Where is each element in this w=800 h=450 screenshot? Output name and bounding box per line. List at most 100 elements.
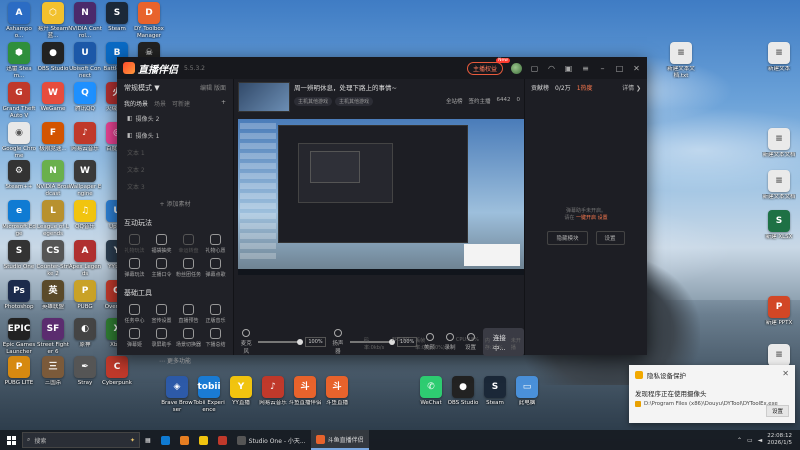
desktop-icon[interactable]: ✆ WeChat bbox=[414, 376, 448, 413]
details-link[interactable]: 详情 ❯ bbox=[622, 83, 641, 92]
desktop-icon[interactable]: P PUBG bbox=[68, 280, 102, 317]
desktop-icon[interactable]: F 极限竞速... bbox=[36, 122, 70, 159]
mic-button[interactable]: 麦克风 bbox=[238, 329, 254, 355]
mode-selector[interactable]: 常规模式 ▼ bbox=[124, 83, 160, 93]
desktop-icon[interactable]: A Apex Legends bbox=[68, 240, 102, 277]
taskbar-app[interactable]: Studio One - 小天... bbox=[232, 430, 311, 450]
desktop-icon[interactable]: L League of Legends bbox=[36, 200, 70, 237]
interact-item[interactable]: 主播口令 bbox=[148, 258, 175, 278]
category-tag[interactable]: 主机其他游戏 bbox=[294, 97, 333, 106]
right-settings-button[interactable]: 设置 bbox=[595, 231, 625, 245]
hide-module-button[interactable]: 隐藏模块 bbox=[547, 231, 588, 245]
desktop-icon[interactable]: ⬢ 迅雷 Steam... bbox=[2, 42, 36, 79]
desktop-icon[interactable]: ◉ Google Chrome bbox=[2, 122, 36, 159]
folder-icon[interactable] bbox=[194, 430, 213, 450]
desktop-icon[interactable]: D DY Toolbox Manager bbox=[132, 2, 166, 39]
taskbar-app[interactable]: 斗鱼直播伴侣 bbox=[310, 430, 369, 450]
close-icon[interactable]: ✕ bbox=[632, 64, 641, 73]
desktop-icon[interactable]: W WeGame bbox=[36, 82, 70, 119]
desktop-icon[interactable]: ≡ 新建文本文档 bbox=[762, 170, 796, 207]
interact-item[interactable]: 弹幕点歌 bbox=[202, 258, 229, 278]
search-box[interactable]: ⌕ 搜索 ✦ bbox=[22, 432, 140, 448]
desktop-icon[interactable]: e Microsoft Edge bbox=[2, 200, 36, 237]
desktop-icon[interactable]: ♪ 网易云音乐 bbox=[256, 376, 290, 413]
tool-item[interactable]: 宣传设置 bbox=[148, 304, 175, 324]
add-material-button[interactable]: + 添加素材 bbox=[117, 199, 233, 208]
desktop-icon[interactable]: ⚙ Steam++ bbox=[2, 160, 36, 197]
desktop-icon[interactable]: Ps Photoshop bbox=[2, 280, 36, 317]
desktop-icon[interactable]: G Grand Theft Auto V bbox=[2, 82, 36, 119]
desktop-icon[interactable]: ⬡ 易升 Steam 蓝... bbox=[36, 2, 70, 39]
desktop-icon[interactable]: N NVIDIA Control... bbox=[68, 2, 102, 39]
minimize-icon[interactable]: – bbox=[598, 64, 607, 73]
desktop-icon[interactable]: N NVIDIA Broadcast bbox=[36, 160, 70, 197]
desktop-icon[interactable]: P 新建 PPTX bbox=[762, 296, 796, 333]
desktop-icon[interactable]: S Steam bbox=[478, 376, 512, 413]
clock[interactable]: 22:08:12 2026/1/5 bbox=[767, 433, 792, 447]
interact-item[interactable]: 幸运转盘 bbox=[175, 234, 202, 254]
desktop-icon[interactable]: 斗斗鱼直播伴侣 bbox=[288, 376, 322, 413]
desktop-icon[interactable]: tobii Tobii Experience bbox=[192, 376, 226, 413]
desktop-icon[interactable]: ● OBS Studio bbox=[36, 42, 70, 79]
edit-button[interactable]: 编辑 bbox=[200, 85, 212, 92]
desktop-icon[interactable]: CS Counter-Strike 2 bbox=[36, 240, 70, 277]
anchor-rights-button[interactable]: 主播权益 New bbox=[466, 57, 510, 75]
volume-icon[interactable]: ◄ bbox=[758, 437, 763, 444]
desktop-icon[interactable]: ≡ 新建文本文档 bbox=[762, 128, 796, 165]
tab-contribution[interactable]: 贡献榜 bbox=[531, 83, 549, 92]
desktop-icon[interactable]: S Steam bbox=[100, 2, 134, 39]
desktop-icon[interactable]: ◐ 原神 bbox=[68, 318, 102, 355]
desktop-icon[interactable]: ▭ 此电脑 bbox=[510, 376, 544, 413]
stream-preview[interactable] bbox=[238, 119, 524, 275]
tool-item[interactable]: 下播总结 bbox=[202, 328, 229, 348]
store-icon[interactable] bbox=[213, 430, 232, 450]
desktop-icon[interactable]: S Studio One bbox=[2, 240, 36, 277]
enable-link[interactable]: 一键开启 bbox=[576, 215, 596, 221]
desktop-icon[interactable]: S 新建 XLSX bbox=[762, 210, 796, 247]
avatar[interactable] bbox=[511, 62, 522, 74]
tool-item[interactable]: 录屏助手 bbox=[148, 328, 175, 348]
layout-button[interactable]: 版面 bbox=[214, 85, 226, 92]
desktop-icon[interactable]: W Wallpaper Engine bbox=[68, 160, 102, 197]
desktop-icon[interactable]: U Ubisoft Connect bbox=[68, 42, 102, 79]
desktop-icon[interactable]: ♫ QQ音乐 bbox=[68, 200, 102, 237]
desktop-icon[interactable]: Q 腾讯QQ bbox=[68, 82, 102, 119]
tool-item[interactable]: 任务中心 bbox=[121, 304, 148, 324]
add-scene-icon[interactable]: + bbox=[221, 99, 226, 108]
gift-icon[interactable]: ▣ bbox=[564, 64, 573, 73]
scene-item[interactable]: 文本 3 bbox=[117, 178, 233, 195]
desktop-icon[interactable]: 斗斗鱼直播 bbox=[320, 376, 354, 413]
tool-item[interactable]: 弹幕姬 bbox=[121, 328, 148, 348]
interact-item[interactable]: 弹幕玩法 bbox=[121, 258, 148, 278]
network-icon[interactable]: ▭ bbox=[747, 437, 753, 444]
mic-volume-slider[interactable] bbox=[258, 339, 304, 345]
desktop-icon[interactable]: Y YY直播 bbox=[224, 376, 258, 413]
edge-icon[interactable] bbox=[156, 430, 175, 450]
live-title[interactable]: 周一辨明休息，处理下路上的事情~ bbox=[294, 82, 397, 92]
signed-stat[interactable]: 签约主播 bbox=[468, 97, 490, 105]
interact-item[interactable]: 粉丝团任务 bbox=[175, 258, 202, 278]
cover-thumbnail[interactable] bbox=[238, 82, 290, 112]
scene-item[interactable]: ◧ 摄像头 1 bbox=[117, 127, 233, 144]
more-features-button[interactable]: ⋯ 更多功能 bbox=[117, 356, 233, 365]
desktop-icon[interactable]: A Ashampoo... bbox=[2, 2, 36, 39]
category-tag[interactable]: 主机其他游戏 bbox=[335, 97, 374, 106]
tab-my-scenes[interactable]: 我的场景 bbox=[124, 99, 148, 108]
close-icon[interactable]: ✕ bbox=[782, 369, 789, 378]
taskview-icon[interactable]: ▦ bbox=[140, 430, 156, 450]
apex-icon[interactable] bbox=[175, 430, 194, 450]
desktop-icon[interactable]: ◈ Brave Browser bbox=[160, 376, 194, 413]
desktop-icon[interactable]: ✒ Stray bbox=[68, 356, 102, 393]
desktop-icon[interactable]: ≡ 新建文本文档.txt bbox=[664, 42, 698, 79]
interact-item[interactable]: 福袋抽奖 bbox=[148, 234, 175, 254]
desktop-icon[interactable]: SF Street Fighter 6 bbox=[36, 318, 70, 355]
rank-stat[interactable]: 全站榜 bbox=[446, 97, 463, 105]
maximize-icon[interactable]: □ bbox=[615, 64, 624, 73]
interact-item[interactable]: 礼物玩法 bbox=[121, 234, 148, 254]
menu-icon[interactable]: ≡ bbox=[581, 64, 590, 73]
headset-icon[interactable]: ◠ bbox=[547, 64, 556, 73]
start-button[interactable] bbox=[0, 430, 22, 450]
scene-item[interactable]: 文本 2 bbox=[117, 161, 233, 178]
toast-settings-button[interactable]: 设置 bbox=[765, 405, 789, 417]
speaker-button[interactable]: 扬声器 bbox=[330, 329, 346, 355]
